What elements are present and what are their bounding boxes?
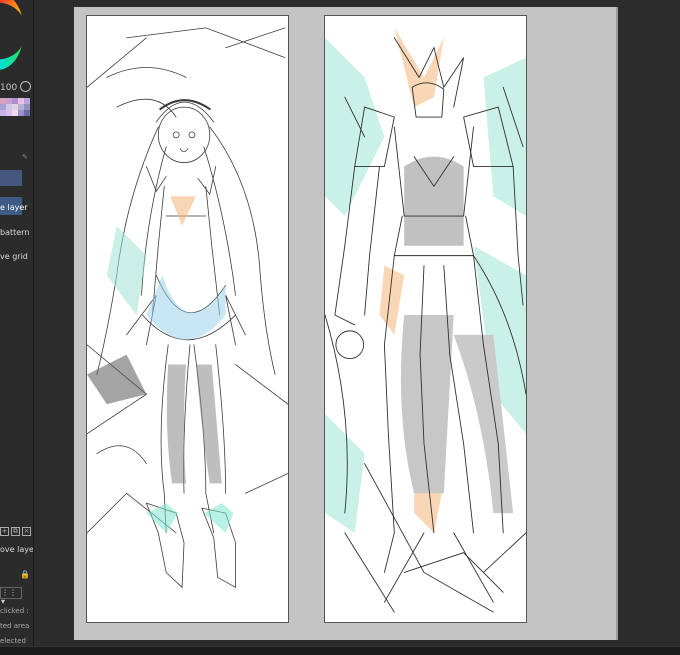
- girl-sketch-image: [87, 27, 288, 589]
- color-swatch[interactable]: [24, 110, 30, 116]
- layer-label: ove layer: [0, 545, 34, 554]
- menu-item-pattern[interactable]: battern: [0, 228, 29, 237]
- copy-layer-icon[interactable]: ⧉: [11, 527, 20, 536]
- layer-button-row: + ⧉ ×: [0, 527, 33, 539]
- grid-dropdown[interactable]: ⋮⋮ ▾: [0, 587, 22, 606]
- page-edge: [616, 7, 618, 640]
- list-item-area: ted area: [0, 622, 30, 630]
- list-item-selected: elected: [0, 637, 26, 645]
- zoom-value: 100: [0, 83, 18, 93]
- menu-item-grid[interactable]: ve grid: [0, 252, 28, 261]
- left-illustration-panel[interactable]: [86, 15, 289, 623]
- list-item-clicked: clicked :: [0, 607, 29, 615]
- layer-controls-row: ✎: [0, 153, 33, 165]
- delete-layer-icon[interactable]: ×: [22, 527, 31, 536]
- knight-sketch-image: [325, 27, 526, 613]
- status-bar: [0, 646, 680, 655]
- color-wheel[interactable]: [0, 0, 24, 70]
- app-window: 100 ✎ e layer battern ve grid + ⧉ × ove …: [0, 0, 680, 655]
- layer-selected-block[interactable]: [0, 170, 22, 186]
- new-layer-icon[interactable]: +: [0, 527, 9, 536]
- right-illustration-panel[interactable]: [324, 15, 527, 623]
- canvas-area[interactable]: [34, 0, 680, 646]
- pen-icon[interactable]: ✎: [22, 153, 28, 161]
- palette-settings-icon[interactable]: [20, 81, 31, 92]
- menu-item-layer[interactable]: e layer: [0, 203, 28, 212]
- left-tool-panel: 100 ✎ e layer battern ve grid + ⧉ × ove …: [0, 0, 34, 655]
- lock-icon[interactable]: 🔒: [20, 570, 30, 579]
- color-swatch-grid[interactable]: [0, 98, 30, 116]
